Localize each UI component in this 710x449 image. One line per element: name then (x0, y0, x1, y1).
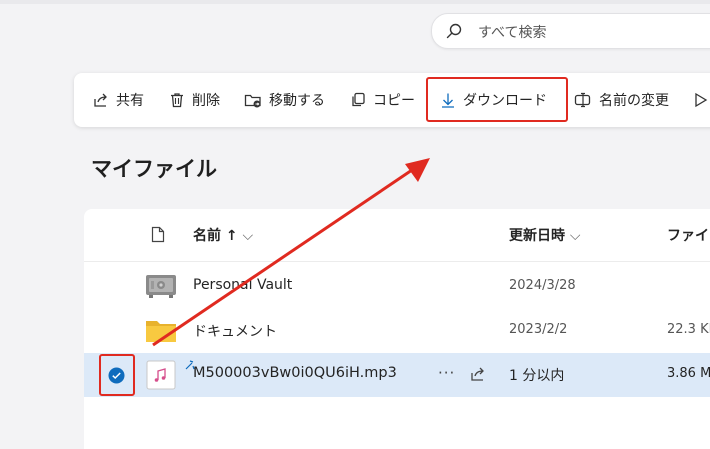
search-placeholder[interactable]: すべて検索 (478, 22, 546, 42)
file-modified: 1 分以内 (509, 368, 565, 384)
rename-icon (574, 92, 591, 108)
checkbox-highlight-box (99, 354, 135, 396)
share-icon[interactable] (470, 366, 486, 386)
command-bar: 共有 削除 移動する コピー ダウンロード 名前の変更 (74, 73, 710, 127)
column-name-header[interactable]: 名前 ↑ ⌵ (193, 225, 253, 245)
file-name[interactable]: Personal Vault (193, 277, 292, 293)
trash-icon (171, 93, 183, 108)
file-list: 名前 ↑ ⌵ 更新日時 ⌵ ファイ Personal Vault 2024/3/… (84, 209, 710, 449)
play-button[interactable] (694, 73, 710, 127)
file-row[interactable]: ドキュメント 2023/2/2 22.3 KB (84, 309, 710, 353)
file-modified: 2023/2/2 (509, 322, 568, 337)
move-folder-icon (244, 94, 261, 108)
copy-label: コピー (373, 93, 415, 109)
search-icon (446, 23, 462, 43)
delete-label: 削除 (192, 93, 220, 109)
rename-button[interactable]: 名前の変更 (574, 73, 669, 127)
copy-icon (352, 92, 365, 107)
audio-file-icon (146, 360, 176, 394)
file-size: 22.3 KB (667, 322, 710, 337)
column-size-header[interactable]: ファイ (667, 225, 709, 245)
list-header: 名前 ↑ ⌵ 更新日時 ⌵ ファイ (84, 209, 710, 262)
play-icon (695, 92, 708, 108)
rename-label: 名前の変更 (599, 93, 669, 109)
top-divider (0, 0, 710, 4)
file-size: 3.86 M (667, 366, 710, 381)
page-title: マイファイル (91, 157, 217, 181)
file-row[interactable]: Personal Vault 2024/3/28 (84, 265, 710, 309)
file-name[interactable]: M500003vBw0i0QU6iH.mp3 (193, 365, 397, 381)
file-modified: 2024/3/28 (509, 278, 576, 293)
download-highlight-box (426, 77, 568, 122)
share-button[interactable]: 共有 (93, 73, 144, 127)
file-type-icon (151, 226, 165, 247)
file-row-selected[interactable]: M500003vBw0i0QU6iH.mp3 ··· 1 分以内 3.86 M (84, 353, 710, 397)
chevron-down-icon: ⌵ (569, 228, 581, 244)
more-options-icon[interactable]: ··· (438, 364, 455, 382)
share-icon (94, 93, 107, 107)
move-label: 移動する (269, 93, 325, 109)
folder-icon (145, 318, 177, 348)
file-name[interactable]: ドキュメント (193, 321, 277, 341)
column-modified-header[interactable]: 更新日時 ⌵ (509, 225, 581, 245)
move-button[interactable]: 移動する (244, 73, 325, 127)
copy-button[interactable]: コピー (350, 73, 415, 127)
search-box[interactable]: すべて検索 (431, 13, 710, 49)
share-label: 共有 (116, 93, 144, 109)
chevron-down-icon: ⌵ (242, 228, 254, 244)
vault-icon (145, 273, 177, 303)
delete-button[interactable]: 削除 (169, 73, 220, 127)
